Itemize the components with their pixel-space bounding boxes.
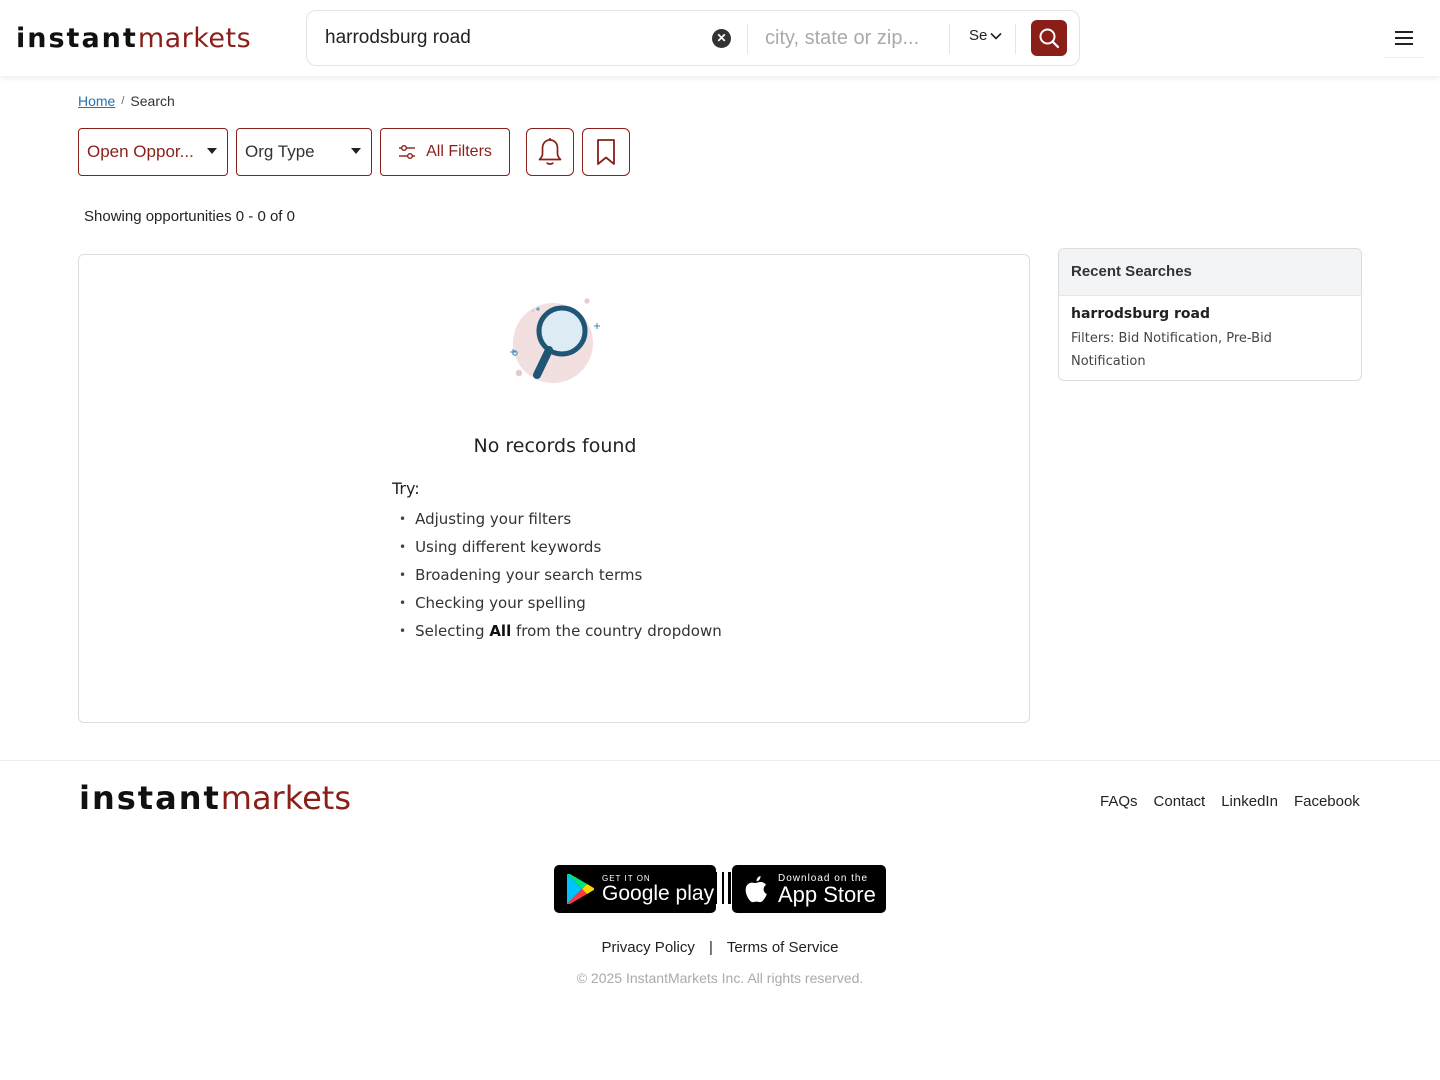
bullet-icon: • xyxy=(399,568,407,582)
footer-link-facebook[interactable]: Facebook xyxy=(1294,793,1360,810)
menu-button[interactable] xyxy=(1384,18,1424,58)
logo-text-markets: markets xyxy=(220,779,351,817)
recent-searches-title: Recent Searches xyxy=(1059,249,1361,296)
divider xyxy=(1015,24,1016,54)
caret-down-icon xyxy=(207,148,217,154)
list-item: • Broadening your search terms xyxy=(399,565,722,593)
list-item: • Using different keywords xyxy=(399,537,722,565)
footer-logo[interactable]: instantmarkets xyxy=(79,778,351,818)
footer-link-faqs[interactable]: FAQs xyxy=(1100,793,1138,810)
results-panel: No records found Try: • Adjusting your fi… xyxy=(78,254,1030,723)
logo-text-markets: markets xyxy=(137,23,252,54)
google-play-text: GET IT ON Google play xyxy=(602,874,714,905)
google-play-big-text: Google play xyxy=(602,881,715,905)
bullet-icon: • xyxy=(399,624,407,638)
suggestion-text: Broadening your search terms xyxy=(415,566,643,584)
search-icon xyxy=(1039,28,1060,49)
app-store-big-text: App Store xyxy=(778,881,876,907)
list-item: • Checking your spelling xyxy=(399,593,722,621)
footer-links: FAQs Contact LinkedIn Facebook xyxy=(1100,793,1360,810)
all-filters-button[interactable]: All Filters xyxy=(380,128,510,176)
site-logo[interactable]: instantmarkets xyxy=(16,22,251,56)
list-item: • Selecting All from the country dropdown xyxy=(399,621,722,649)
bullet-icon: • xyxy=(399,596,407,610)
breadcrumb-current: Search xyxy=(130,93,175,109)
logo-text-instant: instant xyxy=(16,23,138,54)
recent-search-query: harrodsburg road xyxy=(1071,306,1210,322)
google-play-icon xyxy=(567,874,595,904)
bullet-icon: • xyxy=(399,512,407,526)
suggestion-text: Adjusting your filters xyxy=(415,510,572,528)
suggestion-bold: All xyxy=(489,622,512,640)
search-button[interactable] xyxy=(1031,20,1067,56)
search-bar: ✕ Se xyxy=(306,10,1080,66)
suggestion-list: • Adjusting your filters • Using different… xyxy=(399,509,722,649)
breadcrumb: Home / Search xyxy=(78,93,175,109)
location-input[interactable] xyxy=(765,23,940,53)
list-item: • Adjusting your filters xyxy=(399,509,722,537)
suggestion-text: Using different keywords xyxy=(415,538,602,556)
app-store-text: Download on the App Store xyxy=(778,873,876,906)
suggestion-text: Selecting All from the country dropdown xyxy=(415,621,722,649)
legal-links: Privacy Policy | Terms of Service xyxy=(0,939,1440,956)
magnifier-illustration-icon xyxy=(510,298,600,383)
bullet-icon: • xyxy=(399,540,407,554)
legal-separator: | xyxy=(709,939,713,956)
bookmark-icon xyxy=(597,139,615,165)
divider xyxy=(747,24,748,54)
divider xyxy=(949,24,950,54)
close-icon: ✕ xyxy=(716,31,727,45)
recent-searches-panel: Recent Searches harrodsburg road Filters… xyxy=(1058,248,1362,381)
country-value: Se xyxy=(969,27,988,44)
org-type-filter-label: Org Type xyxy=(245,142,315,161)
create-alert-button[interactable] xyxy=(526,128,574,176)
suggestion-text: Checking your spelling xyxy=(415,594,586,612)
country-dropdown[interactable]: Se xyxy=(969,27,1003,44)
suggestion-suffix: from the country dropdown xyxy=(511,622,722,640)
clear-search-button[interactable]: ✕ xyxy=(712,29,731,48)
try-label: Try: xyxy=(392,479,420,498)
bell-icon xyxy=(538,138,562,165)
terms-of-service-link[interactable]: Terms of Service xyxy=(727,939,839,956)
recent-search-item[interactable]: harrodsburg road Filters: Bid Notificati… xyxy=(1059,296,1361,380)
logo-text-instant: instant xyxy=(79,779,221,817)
chevron-down-icon xyxy=(990,32,1002,40)
copyright-text: © 2025 InstantMarkets Inc. All rights re… xyxy=(576,970,864,986)
breadcrumb-separator: / xyxy=(121,95,125,107)
breadcrumb-home-link[interactable]: Home xyxy=(78,93,115,109)
results-count: Showing opportunities 0 - 0 of 0 xyxy=(84,208,295,225)
hamburger-menu-icon xyxy=(1395,30,1413,45)
privacy-policy-link[interactable]: Privacy Policy xyxy=(601,939,694,956)
top-header: instantmarkets ✕ Se xyxy=(0,0,1440,76)
all-filters-label: All Filters xyxy=(426,143,492,160)
footer-divider xyxy=(0,760,1440,761)
recent-search-filters: Filters: Bid Notification, Pre-Bid Notif… xyxy=(1071,331,1272,369)
caret-down-icon xyxy=(351,148,361,154)
sliders-icon xyxy=(399,145,416,159)
status-filter-dropdown[interactable]: Open Oppor... xyxy=(78,128,228,176)
status-filter-label: Open Oppor... xyxy=(87,142,194,161)
suggestion-prefix: Selecting xyxy=(415,622,490,640)
footer-link-linkedin[interactable]: LinkedIn xyxy=(1221,793,1278,810)
app-store-badge[interactable]: Download on the App Store xyxy=(732,865,886,913)
empty-state-title: No records found xyxy=(473,435,637,457)
apple-icon xyxy=(745,876,767,903)
keyword-search-input[interactable] xyxy=(325,23,705,53)
footer-link-contact[interactable]: Contact xyxy=(1154,793,1206,810)
save-search-button[interactable] xyxy=(582,128,630,176)
org-type-filter-dropdown[interactable]: Org Type xyxy=(236,128,372,176)
google-play-badge[interactable]: GET IT ON Google play xyxy=(554,865,716,913)
